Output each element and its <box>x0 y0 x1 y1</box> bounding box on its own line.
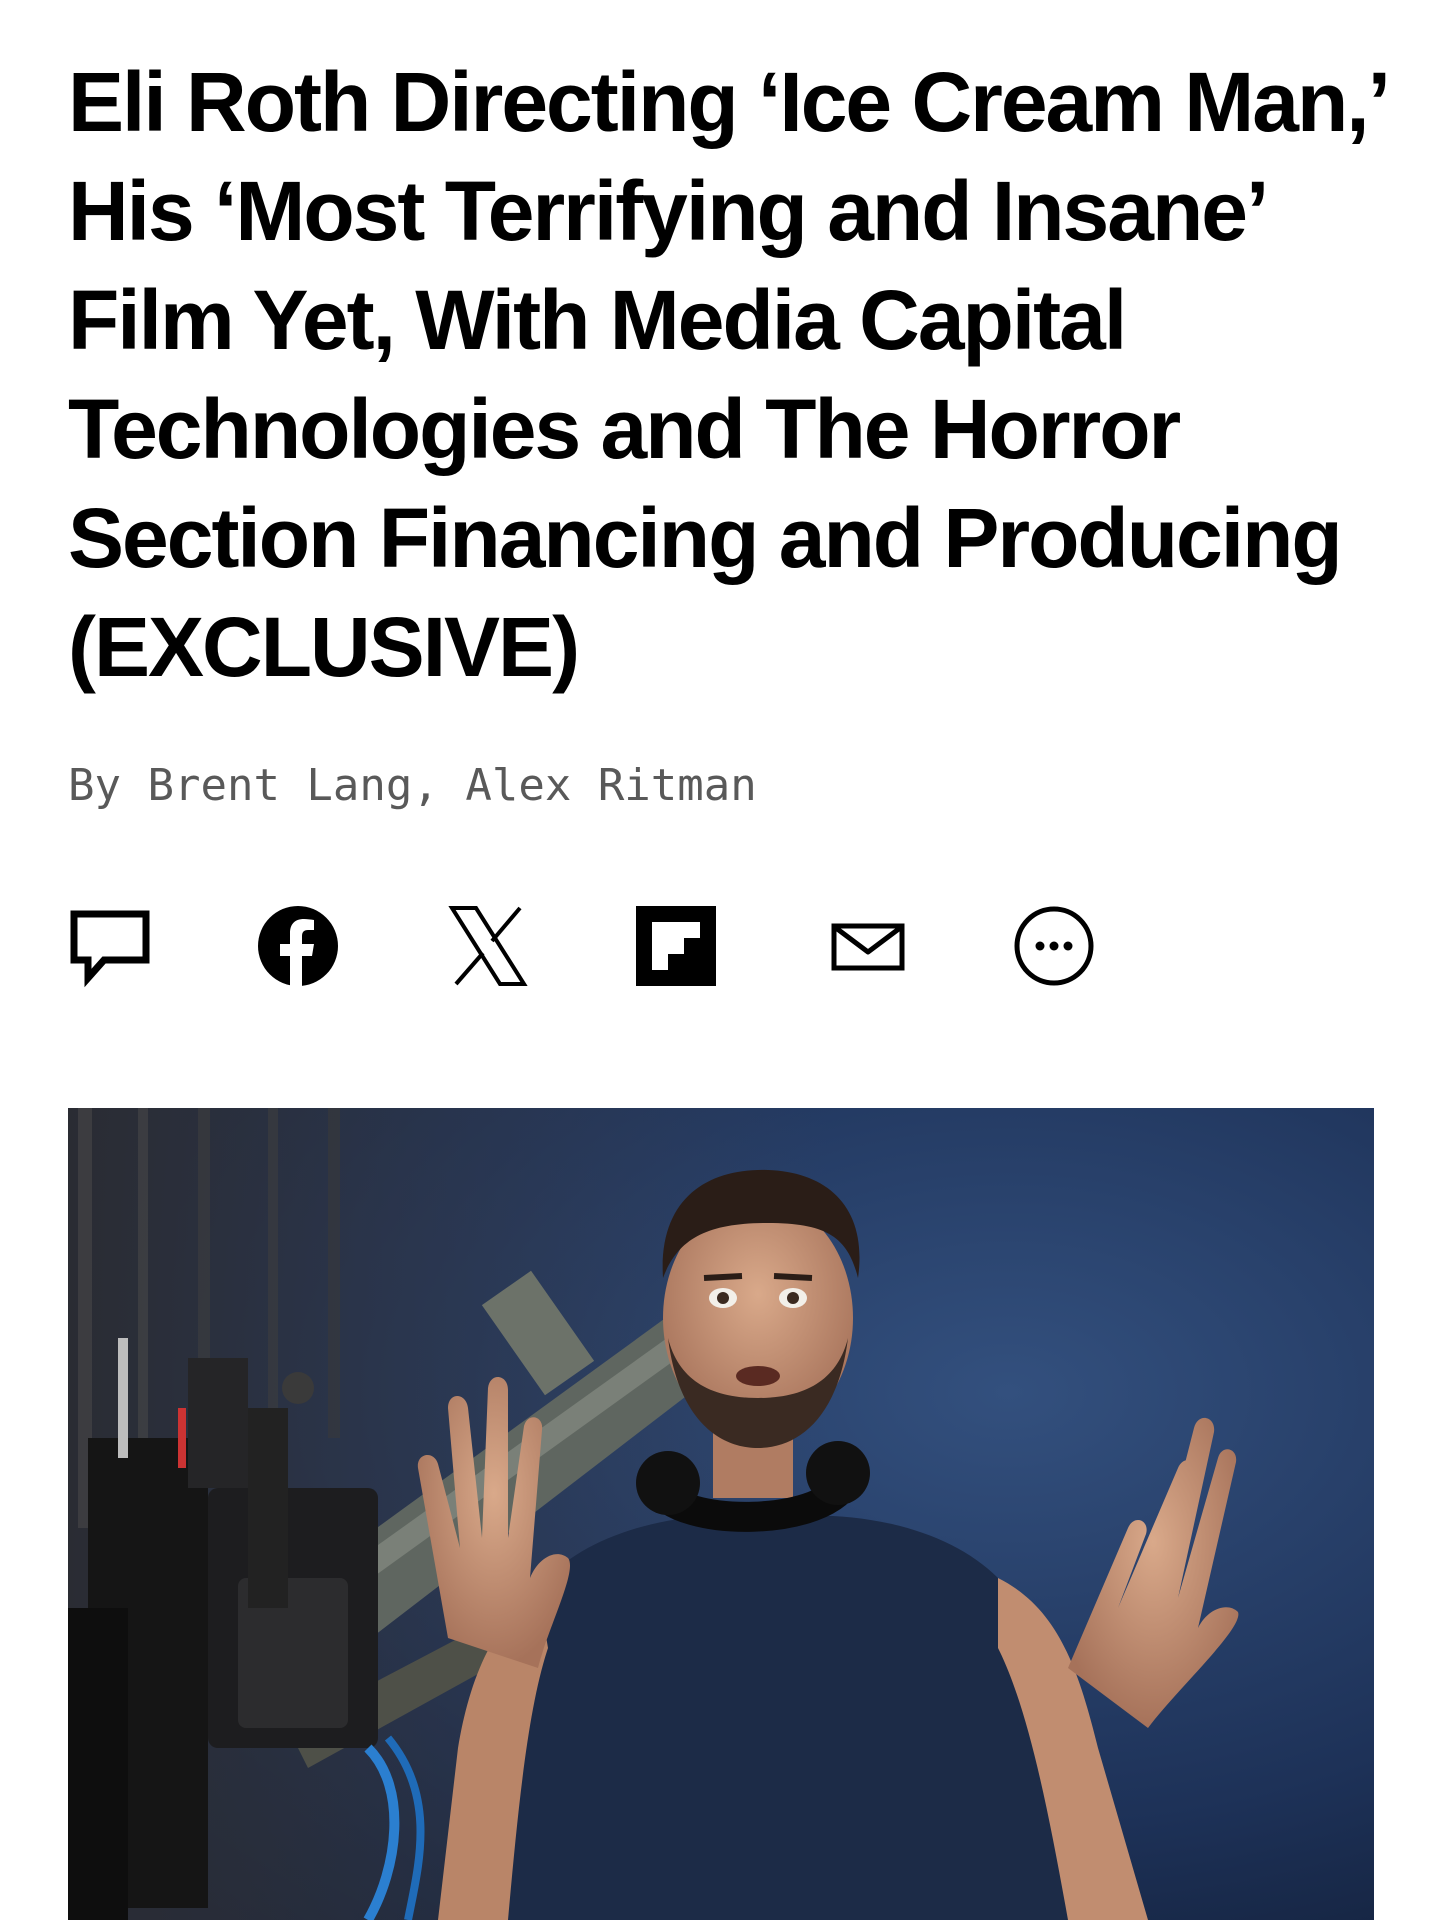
more-icon <box>1012 904 1096 988</box>
byline-prefix: By <box>68 760 148 811</box>
more-options-button[interactable] <box>1012 904 1096 988</box>
facebook-icon <box>256 904 340 988</box>
flipboard-share-button[interactable] <box>634 904 718 988</box>
x-icon <box>446 904 530 988</box>
comment-button[interactable] <box>68 904 152 988</box>
share-bar <box>68 904 1128 988</box>
byline-authors[interactable]: Brent Lang, Alex Ritman <box>147 760 756 811</box>
email-icon <box>826 904 910 988</box>
hero-image[interactable] <box>68 1108 1374 1920</box>
article-headline: Eli Roth Directing ‘Ice Cream Man,’ His … <box>68 55 1386 694</box>
byline: By Brent Lang, Alex Ritman <box>68 756 757 816</box>
email-share-button[interactable] <box>826 904 910 988</box>
x-share-button[interactable] <box>446 904 530 988</box>
article-header: Eli Roth Directing ‘Ice Cream Man,’ His … <box>68 48 1388 702</box>
flipboard-icon <box>634 904 718 988</box>
comment-icon <box>68 904 152 988</box>
facebook-share-button[interactable] <box>256 904 340 988</box>
hero-photo <box>68 1108 1374 1920</box>
